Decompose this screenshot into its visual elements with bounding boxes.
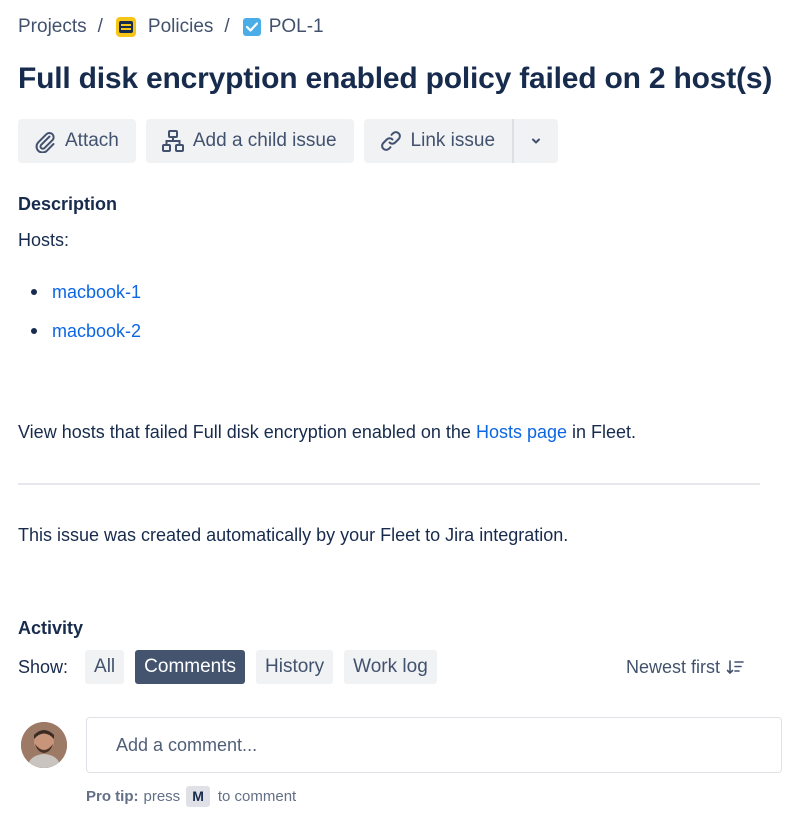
more-actions-dropdown-button[interactable] [514, 119, 559, 163]
pro-tip: Pro tip: press M to comment [86, 785, 296, 807]
link-issue-button[interactable]: Link issue [363, 119, 513, 163]
link-issue-label: Link issue [410, 130, 496, 151]
hosts-label: Hosts: [18, 230, 70, 250]
horizontal-rule [18, 483, 760, 485]
show-label: Show: [18, 656, 69, 677]
hierarchy-icon [161, 130, 184, 152]
checkbox-task-icon [242, 18, 261, 36]
attach-label: Attach [65, 130, 119, 151]
activity-filter-bar: Show: All Comments History Work log [18, 650, 448, 684]
description-heading: Description [18, 194, 118, 214]
host-list: macbook-1 macbook-2 [18, 280, 141, 358]
activity-heading: Activity [18, 618, 84, 638]
breadcrumb-projects-label[interactable]: Projects [18, 16, 87, 38]
breadcrumb: Projects / Policies / POL-1 [18, 14, 324, 40]
list-item: macbook-2 [18, 319, 141, 343]
keyboard-shortcut-key: M [186, 785, 210, 807]
bullet-icon [31, 289, 37, 295]
add-child-issue-button[interactable]: Add a child issue [145, 119, 354, 163]
view-hosts-prefix: View hosts that failed Full disk encrypt… [18, 422, 476, 442]
breadcrumb-issue-key[interactable]: POL-1 [242, 16, 324, 38]
issue-toolbar: Attach Add a child issue Link issue [18, 119, 559, 163]
filter-history-button[interactable]: History [256, 650, 334, 684]
breadcrumb-issue-key-label[interactable]: POL-1 [269, 16, 324, 38]
issue-title[interactable]: Full disk encryption enabled policy fail… [18, 62, 772, 96]
auto-created-note: This issue was created automatically by … [18, 525, 569, 545]
host-link-macbook-2[interactable]: macbook-2 [52, 321, 141, 342]
host-link-macbook-1[interactable]: macbook-1 [52, 282, 141, 303]
list-item: macbook-1 [18, 280, 141, 304]
hosts-page-link[interactable]: Hosts page [476, 422, 567, 442]
link-icon [380, 131, 401, 151]
view-hosts-suffix: in Fleet. [567, 422, 637, 442]
sort-order-label: Newest first [626, 656, 721, 677]
avatar [21, 722, 67, 768]
view-hosts-text: View hosts that failed Full disk encrypt… [18, 422, 636, 443]
attach-button[interactable]: Attach [18, 119, 136, 163]
breadcrumb-separator: / [224, 16, 230, 37]
pro-tip-to-comment: to comment [217, 787, 297, 805]
chevron-down-icon [532, 138, 541, 144]
link-issue-split-button: Link issue [363, 119, 559, 163]
breadcrumb-policies[interactable]: Policies [115, 16, 213, 38]
filter-work-log-button[interactable]: Work log [344, 650, 437, 684]
breadcrumb-separator: / [97, 16, 103, 37]
bullet-icon [31, 328, 37, 334]
add-child-issue-label: Add a child issue [192, 130, 337, 151]
sort-order-button[interactable]: Newest first [626, 650, 744, 684]
paperclip-icon [35, 131, 55, 153]
policies-project-icon [115, 17, 136, 37]
breadcrumb-projects[interactable]: Projects [18, 16, 87, 38]
add-comment-input[interactable] [86, 717, 782, 773]
filter-all-button[interactable]: All [85, 650, 125, 684]
pro-tip-press: press [143, 787, 181, 805]
breadcrumb-policies-label[interactable]: Policies [148, 16, 213, 38]
pro-tip-label: Pro tip: [86, 787, 139, 805]
sort-descending-icon [726, 660, 744, 674]
filter-comments-button[interactable]: Comments [135, 650, 246, 684]
